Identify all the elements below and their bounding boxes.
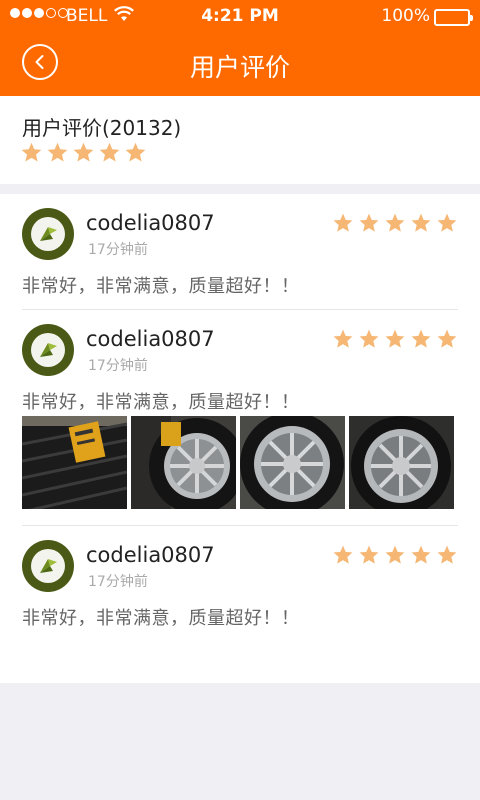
review-item: codelia0807 17分钟前 非常好，非常满意，质量超好！！ xyxy=(0,194,480,310)
review-photo-wheel-mounted[interactable] xyxy=(131,416,236,509)
summary-star-rating xyxy=(20,141,147,164)
review-star-rating xyxy=(332,544,458,566)
star-icon xyxy=(358,544,380,566)
star-icon xyxy=(332,212,354,234)
review-time: 17分钟前 xyxy=(88,358,148,374)
bird-logo-icon xyxy=(40,559,57,573)
star-icon xyxy=(436,544,458,566)
review-photo-tire-tread[interactable] xyxy=(22,416,127,509)
star-icon xyxy=(72,141,95,164)
star-icon xyxy=(124,141,147,164)
status-bar: BELL 4:21 PM 100% xyxy=(0,0,480,34)
review-photos xyxy=(22,416,454,509)
star-icon xyxy=(384,328,406,350)
star-icon xyxy=(332,328,354,350)
summary-title: 用户评价(20132) xyxy=(22,116,182,140)
avatar[interactable] xyxy=(22,540,74,592)
star-icon xyxy=(410,212,432,234)
review-item: codelia0807 17分钟前 非常好，非常满意，质量超好！！ xyxy=(0,310,480,526)
star-icon xyxy=(384,212,406,234)
star-icon xyxy=(410,328,432,350)
review-text: 非常好，非常满意，质量超好！！ xyxy=(22,608,300,629)
star-icon xyxy=(384,544,406,566)
review-username[interactable]: codelia0807 xyxy=(86,211,215,235)
review-star-rating xyxy=(332,212,458,234)
star-icon xyxy=(436,212,458,234)
review-list: codelia0807 17分钟前 非常好，非常满意，质量超好！！ codeli… xyxy=(0,194,480,683)
review-star-rating xyxy=(332,328,458,350)
battery-icon xyxy=(434,9,473,26)
review-photo-wheel-side[interactable] xyxy=(349,416,454,509)
review-time: 17分钟前 xyxy=(88,242,148,258)
review-photo-wheel-front[interactable] xyxy=(240,416,345,509)
star-icon xyxy=(98,141,121,164)
bird-logo-icon xyxy=(40,343,57,357)
bird-logo-icon xyxy=(40,227,57,241)
top-bar: BELL 4:21 PM 100% 用户评价 xyxy=(0,0,480,96)
review-time: 17分钟前 xyxy=(88,574,148,590)
battery-percentage: 100% xyxy=(381,6,430,26)
star-icon xyxy=(46,141,69,164)
avatar[interactable] xyxy=(22,324,74,376)
review-item: codelia0807 17分钟前 非常好，非常满意，质量超好！！ xyxy=(0,526,480,642)
star-icon xyxy=(410,544,432,566)
review-username[interactable]: codelia0807 xyxy=(86,327,215,351)
review-text: 非常好，非常满意，质量超好！！ xyxy=(22,276,300,297)
star-icon xyxy=(332,544,354,566)
star-icon xyxy=(358,328,380,350)
review-username[interactable]: codelia0807 xyxy=(86,543,215,567)
star-icon xyxy=(436,328,458,350)
page-title: 用户评价 xyxy=(189,53,290,82)
avatar[interactable] xyxy=(22,208,74,260)
star-icon xyxy=(358,212,380,234)
review-text: 非常好，非常满意，质量超好！！ xyxy=(22,392,300,413)
star-icon xyxy=(20,141,43,164)
rating-summary: 用户评价(20132) xyxy=(0,96,480,184)
